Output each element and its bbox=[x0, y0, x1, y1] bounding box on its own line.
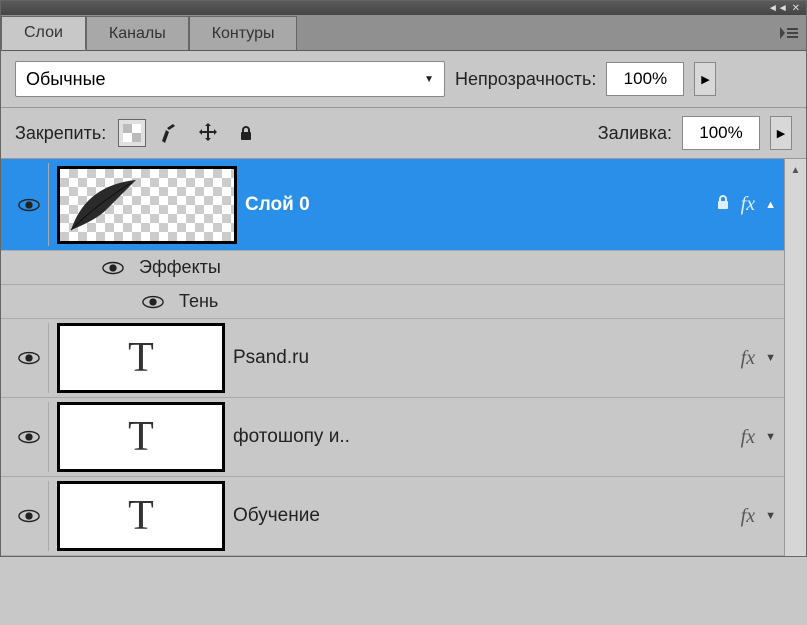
eye-icon[interactable] bbox=[17, 197, 41, 213]
fx-icon[interactable]: fx bbox=[741, 426, 755, 449]
fx-icon[interactable]: fx bbox=[741, 347, 755, 370]
eye-icon[interactable] bbox=[17, 508, 41, 524]
text-layer-icon: T bbox=[60, 405, 222, 469]
opacity-label: Непрозрачность: bbox=[455, 69, 596, 90]
layer-indicators: fx ▲ bbox=[715, 193, 776, 216]
opacity-value[interactable]: 100% bbox=[606, 62, 684, 96]
expand-effects-icon[interactable]: ▼ bbox=[765, 431, 776, 443]
lock-all-button[interactable] bbox=[232, 119, 260, 147]
expand-effects-icon[interactable]: ▼ bbox=[765, 510, 776, 522]
layer-name[interactable]: Обучение bbox=[233, 505, 733, 527]
dropdown-icon: ▼ bbox=[424, 74, 434, 85]
opacity-flyout-button[interactable]: ▶ bbox=[694, 62, 716, 96]
layer-thumbnail[interactable]: T bbox=[57, 481, 225, 551]
visibility-column bbox=[9, 481, 49, 551]
lock-position-button[interactable] bbox=[194, 119, 222, 147]
layer-thumbnail[interactable] bbox=[57, 166, 237, 244]
tab-channels[interactable]: Каналы bbox=[86, 16, 189, 50]
effects-row[interactable]: Эффекты bbox=[1, 251, 784, 285]
feather-icon bbox=[66, 175, 146, 235]
layers-list: Слой 0 fx ▲ Эффекты Тен bbox=[1, 159, 784, 556]
layer-name[interactable]: фотошопу и.. bbox=[233, 426, 733, 448]
visibility-column bbox=[9, 402, 49, 472]
blend-opacity-row: Обычные ▼ Непрозрачность: 100% ▶ bbox=[1, 51, 806, 108]
eye-icon[interactable] bbox=[101, 260, 125, 276]
eye-icon[interactable] bbox=[17, 429, 41, 445]
visibility-column bbox=[9, 163, 49, 246]
layers-panel: ◄◄ ✕ Слои Каналы Контуры Обычные ▼ Непро… bbox=[0, 0, 807, 557]
layer-row[interactable]: T Psand.ru fx ▼ bbox=[1, 319, 784, 398]
layer-name[interactable]: Слой 0 bbox=[245, 194, 707, 216]
blend-mode-value: Обычные bbox=[26, 69, 106, 90]
lock-fill-row: Закрепить: Заливка: 100% ▶ bbox=[1, 108, 806, 159]
lock-icon bbox=[715, 194, 731, 215]
layer-thumbnail[interactable]: T bbox=[57, 402, 225, 472]
layer-indicators: fx ▼ bbox=[741, 347, 776, 370]
collapse-effects-icon[interactable]: ▲ bbox=[765, 199, 776, 211]
visibility-column bbox=[9, 323, 49, 393]
layer-thumbnail[interactable]: T bbox=[57, 323, 225, 393]
layer-row[interactable]: T Обучение fx ▼ bbox=[1, 477, 784, 556]
blend-mode-select[interactable]: Обычные ▼ bbox=[15, 61, 445, 97]
panel-menu-icon[interactable] bbox=[780, 15, 798, 50]
layer-indicators: fx ▼ bbox=[741, 426, 776, 449]
fx-icon[interactable]: fx bbox=[741, 193, 755, 216]
expand-effects-icon[interactable]: ▼ bbox=[765, 352, 776, 364]
layers-area: Слой 0 fx ▲ Эффекты Тен bbox=[1, 159, 806, 556]
scroll-up-icon[interactable]: ▲ bbox=[791, 165, 801, 176]
lock-pixels-button[interactable] bbox=[156, 119, 184, 147]
fill-flyout-button[interactable]: ▶ bbox=[770, 116, 792, 150]
fill-label: Заливка: bbox=[598, 123, 672, 144]
text-layer-icon: T bbox=[60, 484, 222, 548]
eye-icon[interactable] bbox=[141, 294, 165, 310]
layer-indicators: fx ▼ bbox=[741, 505, 776, 528]
close-icon[interactable]: ✕ bbox=[792, 3, 800, 14]
eye-icon[interactable] bbox=[17, 350, 41, 366]
effect-item-label: Тень bbox=[179, 291, 218, 312]
layer-row[interactable]: T фотошопу и.. fx ▼ bbox=[1, 398, 784, 477]
lock-buttons bbox=[118, 119, 260, 147]
tab-paths[interactable]: Контуры bbox=[189, 16, 298, 50]
text-layer-icon: T bbox=[60, 326, 222, 390]
collapse-icon[interactable]: ◄◄ bbox=[768, 3, 788, 14]
panel-topbar: ◄◄ ✕ bbox=[1, 1, 806, 15]
scrollbar[interactable]: ▲ bbox=[784, 159, 806, 556]
effects-label: Эффекты bbox=[139, 257, 221, 278]
fx-icon[interactable]: fx bbox=[741, 505, 755, 528]
effect-item-row[interactable]: Тень bbox=[1, 285, 784, 319]
layer-name[interactable]: Psand.ru bbox=[233, 347, 733, 369]
tabs-row: Слои Каналы Контуры bbox=[1, 15, 806, 51]
lock-label: Закрепить: bbox=[15, 123, 106, 144]
layer-row[interactable]: Слой 0 fx ▲ bbox=[1, 159, 784, 251]
tab-layers[interactable]: Слои bbox=[1, 16, 86, 50]
lock-transparency-button[interactable] bbox=[118, 119, 146, 147]
fill-value[interactable]: 100% bbox=[682, 116, 760, 150]
